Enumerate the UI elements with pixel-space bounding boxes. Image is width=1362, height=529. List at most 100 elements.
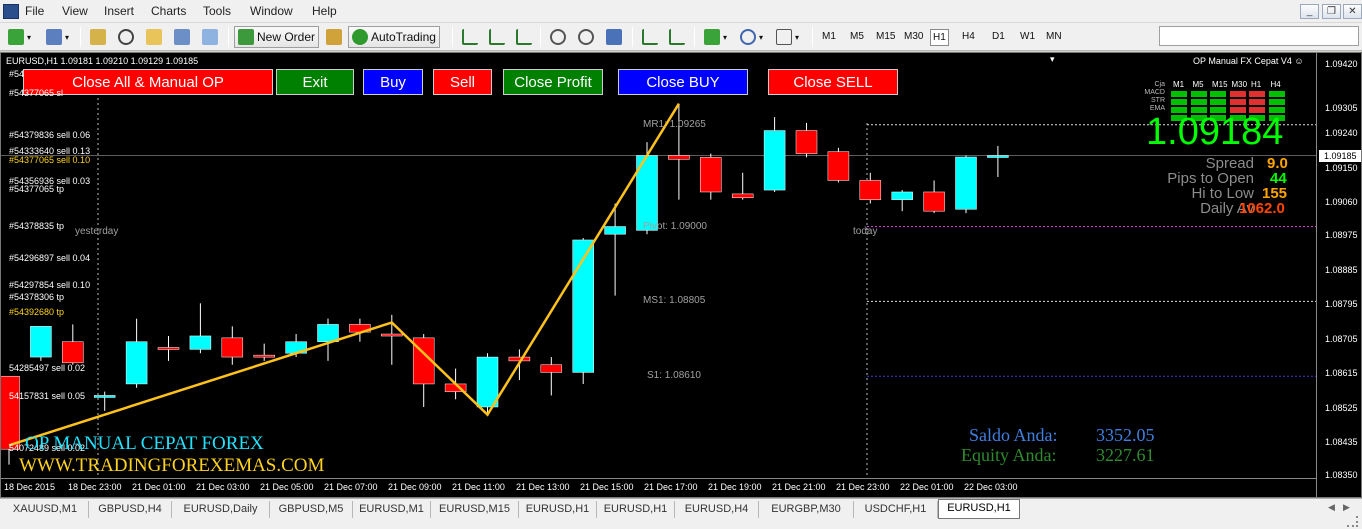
order-label: #54296897 sell 0.04 [9, 253, 91, 264]
timeframe-d1[interactable]: D1 [990, 29, 1007, 44]
timeframe-m30[interactable]: M30 [902, 29, 925, 44]
bullish-candle [955, 156, 977, 210]
autotrading-button[interactable]: AutoTrading [348, 26, 440, 48]
periods-button[interactable]: ▾ [736, 26, 767, 48]
timeframe-m1[interactable]: M1 [820, 29, 838, 44]
exit-button[interactable]: Exit [276, 69, 354, 95]
timeframe-mn[interactable]: MN [1044, 29, 1064, 44]
price-axis-label: 1.08975 [1325, 230, 1358, 241]
bearish-candle [508, 356, 531, 362]
chart-tab[interactable]: EURUSD,M15 [431, 501, 519, 518]
price-chart[interactable] [1, 53, 1316, 478]
zoom-out-button[interactable] [574, 26, 598, 48]
sell-button[interactable]: Sell [433, 69, 492, 95]
chart-tab[interactable]: EURUSD,M1 [353, 501, 431, 518]
chart-tab[interactable]: USDCHF,H1 [854, 501, 938, 518]
bearish-candle [157, 347, 180, 350]
bearish-candle [668, 155, 690, 160]
pivot-label: Pivot: 1.09000 [643, 220, 707, 232]
market-watch-button[interactable] [86, 26, 110, 48]
timeframe-w1[interactable]: W1 [1018, 29, 1037, 44]
menu-charts[interactable]: Charts [151, 4, 186, 18]
chart-tab[interactable]: GBPUSD,H4 [89, 501, 172, 518]
order-label: #54297854 sell 0.10 [9, 280, 91, 291]
chart-tab[interactable]: EURGBP,M30 [759, 501, 854, 518]
bearish-candle [381, 333, 403, 337]
line-chart-button[interactable] [512, 26, 536, 48]
chart-tab[interactable]: EURUSD,H4 [675, 501, 759, 518]
menu-tools[interactable]: Tools [203, 4, 231, 18]
zoom-in-button[interactable] [546, 26, 570, 48]
timeframe-m15[interactable]: M15 [874, 29, 897, 44]
close-buy-button[interactable]: Close BUY [618, 69, 748, 95]
tab-scroll-left-icon[interactable]: ◀ [1328, 502, 1335, 513]
bullish-candle [763, 130, 786, 191]
chart-tab[interactable]: XAUUSD,M1 [2, 501, 89, 518]
timeframe-h4[interactable]: H4 [960, 29, 977, 44]
price-axis-label: 1.08705 [1325, 333, 1358, 344]
bullish-candle [987, 155, 1009, 158]
restore-icon[interactable]: ❐ [1322, 4, 1341, 19]
signal-cell [1229, 91, 1246, 97]
autoscroll-button[interactable] [665, 26, 689, 48]
resize-grip-icon[interactable] [1347, 516, 1358, 527]
menu-file[interactable]: File [25, 4, 44, 18]
navigator-button[interactable] [114, 26, 138, 48]
close-icon[interactable]: ✕ [1343, 4, 1362, 19]
menu-window[interactable]: Window [250, 4, 293, 18]
minimize-icon[interactable]: _ [1300, 4, 1319, 19]
chart-tab[interactable]: EURUSD,H1 [938, 499, 1020, 519]
signal-column-header: H1 [1251, 80, 1262, 89]
candle-chart-button[interactable] [485, 26, 509, 48]
tile-windows-button[interactable] [602, 26, 626, 48]
time-axis-label: 18 Dec 2015 [4, 482, 56, 492]
chart-window[interactable]: EURUSD,H1 1.09181 1.09210 1.09129 1.0918… [0, 52, 1362, 498]
metaeditor-button[interactable] [322, 26, 346, 48]
tile-windows-icon [606, 29, 622, 45]
chart-tab[interactable]: EURUSD,Daily [172, 501, 270, 518]
price-axis-label: 1.08525 [1325, 402, 1358, 413]
order-label: #54378835 tp [9, 221, 65, 232]
close-profit-button[interactable]: Close Profit [503, 69, 603, 95]
menu-view[interactable]: View [62, 4, 88, 18]
new-chart-button[interactable]: ▾ [4, 26, 35, 48]
bullish-candle [125, 341, 148, 385]
signal-column-header: M15 [1212, 80, 1228, 89]
profiles-button[interactable]: ▾ [42, 26, 73, 48]
timeframe-h1[interactable]: H1 [930, 29, 949, 46]
terminal-button[interactable] [170, 26, 194, 48]
templates-button[interactable]: ▾ [772, 26, 803, 48]
price-axis-label: 1.09420 [1325, 59, 1358, 70]
menu-insert[interactable]: Insert [104, 4, 134, 18]
line-chart-icon [516, 29, 532, 45]
tester-button[interactable] [198, 26, 222, 48]
chart-tab[interactable]: EURUSD,H1 [597, 501, 675, 518]
buy-button[interactable]: Buy [363, 69, 423, 95]
bearish-candle [795, 130, 818, 154]
indicators-icon [704, 29, 720, 45]
tab-scroll-right-icon[interactable]: ▶ [1343, 502, 1350, 513]
indicators-button[interactable]: ▾ [700, 26, 731, 48]
menu-help[interactable]: Help [312, 4, 337, 18]
price-axis[interactable]: 1.09420 1.09305 1.09240 1.09150 1.09060 1.089… [1316, 53, 1361, 497]
new-order-button[interactable]: New Order [234, 26, 320, 48]
signal-row-label: STR [1151, 97, 1165, 104]
signal-row-label: Cja [1154, 81, 1165, 88]
search-input[interactable] [1159, 26, 1359, 46]
daily-av-label: Daily Av [1200, 200, 1254, 217]
price-axis-label: 1.08435 [1325, 437, 1358, 448]
bearish-candle [700, 157, 722, 193]
order-label: #54392680 tp [9, 306, 65, 317]
chart-tabs: XAUUSD,M1 GBPUSD,H4 EURUSD,Daily GBPUSD,M5 E… [0, 498, 1362, 529]
chart-shift-button[interactable] [638, 26, 662, 48]
folder-button[interactable] [142, 26, 166, 48]
time-axis-label: 18 Dec 23:00 [68, 482, 122, 492]
bullish-candle [189, 335, 212, 350]
close-sell-button[interactable]: Close SELL [768, 69, 898, 95]
timeframe-m5[interactable]: M5 [848, 29, 866, 44]
app-icon [3, 4, 19, 19]
time-axis[interactable]: 18 Dec 2015 18 Dec 23:00 21 Dec 01:00 21 De… [1, 478, 1316, 497]
bar-chart-button[interactable] [458, 26, 482, 48]
chart-tab[interactable]: EURUSD,H1 [519, 501, 597, 518]
chart-tab[interactable]: GBPUSD,M5 [270, 501, 353, 518]
